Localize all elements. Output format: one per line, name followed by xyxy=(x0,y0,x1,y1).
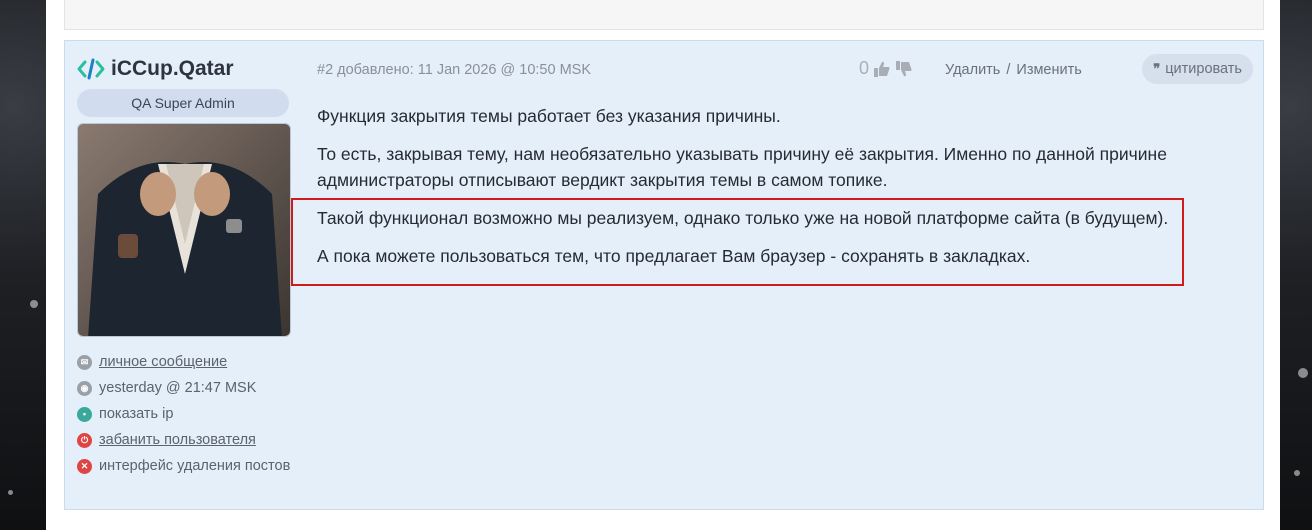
role-badge: QA Super Admin xyxy=(77,89,289,117)
post-header: #2 добавлено: 11 Jan 2026 @ 10:50 MSK 0 … xyxy=(317,54,1253,86)
forum-post: iCCup.Qatar QA Super Admin ✉ личное сооб… xyxy=(64,40,1264,510)
power-icon: ⏻ xyxy=(77,432,92,448)
delete-post-link[interactable]: Удалить xyxy=(945,62,1000,78)
background-left xyxy=(0,0,46,530)
author-username[interactable]: iCCup.Qatar xyxy=(111,57,234,81)
author-links: ✉ личное сообщение ◉ yesterday @ 21:47 M… xyxy=(77,349,291,479)
author-name-row[interactable]: iCCup.Qatar xyxy=(77,55,291,83)
quote-icon: ❞ xyxy=(1153,61,1161,76)
private-message-item[interactable]: ✉ личное сообщение xyxy=(77,349,291,375)
delete-posts-link[interactable]: интерфейс удаления постов xyxy=(99,458,290,474)
highlight-annotation-box xyxy=(291,198,1184,286)
show-ip-link[interactable]: показать ip xyxy=(99,406,173,422)
background-right xyxy=(1280,0,1312,530)
rating-count: 0 xyxy=(859,58,870,78)
thumbs-down-icon[interactable] xyxy=(895,60,913,78)
avatar-image xyxy=(78,124,290,336)
previous-post xyxy=(64,0,1264,30)
post-paragraph: Функция закрытия темы работает без указа… xyxy=(317,106,781,126)
monitor-icon: ▪ xyxy=(77,406,92,422)
avatar xyxy=(77,123,291,337)
envelope-icon: ✉ xyxy=(77,354,92,370)
last-seen-text: yesterday @ 21:47 MSK xyxy=(99,380,257,396)
post-author-sidebar: iCCup.Qatar QA Super Admin ✉ личное сооб… xyxy=(77,55,291,479)
clock-icon: ◉ xyxy=(77,380,92,396)
post-actions: Удалить / Изменить xyxy=(945,62,1082,78)
actions-separator: / xyxy=(1006,62,1011,78)
delete-posts-item[interactable]: ✕ интерфейс удаления постов xyxy=(77,453,291,479)
private-message-link[interactable]: личное сообщение xyxy=(99,354,227,370)
last-seen-item: ◉ yesterday @ 21:47 MSK xyxy=(77,375,291,401)
ban-user-link[interactable]: забанить пользователя xyxy=(99,432,256,448)
post-rating: 0 xyxy=(859,58,913,79)
show-ip-item[interactable]: ▪ показать ip xyxy=(77,401,291,427)
thumbs-up-icon[interactable] xyxy=(873,60,891,78)
quote-button-label: цитировать xyxy=(1165,61,1242,77)
quote-button[interactable]: ❞ цитировать xyxy=(1142,54,1253,84)
post-paragraph: То есть, закрывая тему, нам необязательн… xyxy=(317,144,1167,190)
ban-user-item[interactable]: ⏻ забанить пользователя xyxy=(77,427,291,453)
close-icon: ✕ xyxy=(77,458,92,474)
post-number-date[interactable]: #2 добавлено: 11 Jan 2026 @ 10:50 MSK xyxy=(317,62,591,78)
edit-post-link[interactable]: Изменить xyxy=(1016,62,1081,78)
forum-page: iCCup.Qatar QA Super Admin ✉ личное сооб… xyxy=(46,0,1280,530)
code-logo-icon xyxy=(77,58,105,80)
